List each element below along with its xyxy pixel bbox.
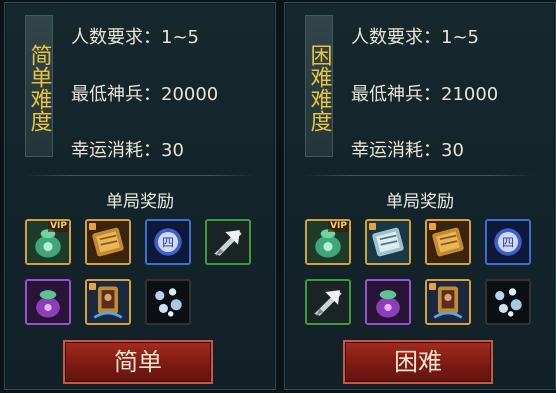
framed-portrait-icon[interactable] xyxy=(425,279,471,325)
vip-badge: VIP xyxy=(328,221,349,232)
hard-panel: 困难难度 人数要求：1~5 最低神兵：21000 幸运消耗：30 单局奖励 VI… xyxy=(284,2,556,390)
luck-cost: 幸运消耗：30 xyxy=(351,140,464,161)
lock-icon xyxy=(429,283,436,290)
easy-button[interactable]: 简单 xyxy=(63,340,213,384)
vip-badge: VIP xyxy=(48,221,69,232)
framed-portrait-icon[interactable] xyxy=(85,279,131,325)
player-requirement: 人数要求：1~5 xyxy=(71,27,199,48)
difficulty-label: 简单难度 xyxy=(25,15,53,157)
golden-scroll-icon[interactable] xyxy=(425,219,471,265)
hard-button[interactable]: 困难 xyxy=(343,340,493,384)
min-weapon-requirement: 最低神兵：20000 xyxy=(71,84,219,105)
lock-icon xyxy=(369,223,376,230)
blue-orb-icon[interactable]: 四 xyxy=(485,219,531,265)
arrow-shard-icon[interactable] xyxy=(205,219,251,265)
lock-icon xyxy=(89,223,96,230)
golden-scroll-icon[interactable] xyxy=(85,219,131,265)
purple-gem-bag-icon[interactable] xyxy=(25,279,71,325)
green-bag-icon[interactable]: VIP xyxy=(25,219,71,265)
purple-gem-bag-icon[interactable] xyxy=(365,279,411,325)
silver-scroll-icon[interactable] xyxy=(365,219,411,265)
crystal-cluster-icon[interactable] xyxy=(145,279,191,325)
green-bag-icon[interactable]: VIP xyxy=(305,219,351,265)
svg-text:四: 四 xyxy=(502,236,514,250)
lock-icon xyxy=(429,223,436,230)
difficulty-label: 困难难度 xyxy=(305,15,333,157)
blue-orb-icon[interactable]: 四 xyxy=(145,219,191,265)
easy-panel: 简单难度 人数要求：1~5 最低神兵：20000 幸运消耗：30 单局奖励 VI… xyxy=(4,2,276,390)
player-requirement: 人数要求：1~5 xyxy=(351,27,479,48)
svg-text:四: 四 xyxy=(162,236,174,250)
arrow-shard-icon[interactable] xyxy=(305,279,351,325)
divider xyxy=(305,175,535,176)
luck-cost: 幸运消耗：30 xyxy=(71,140,184,161)
rewards-title: 单局奖励 xyxy=(386,192,454,212)
crystal-cluster-icon[interactable] xyxy=(485,279,531,325)
lock-icon xyxy=(89,283,96,290)
divider xyxy=(25,175,255,176)
min-weapon-requirement: 最低神兵：21000 xyxy=(351,84,499,105)
rewards-title: 单局奖励 xyxy=(106,192,174,212)
